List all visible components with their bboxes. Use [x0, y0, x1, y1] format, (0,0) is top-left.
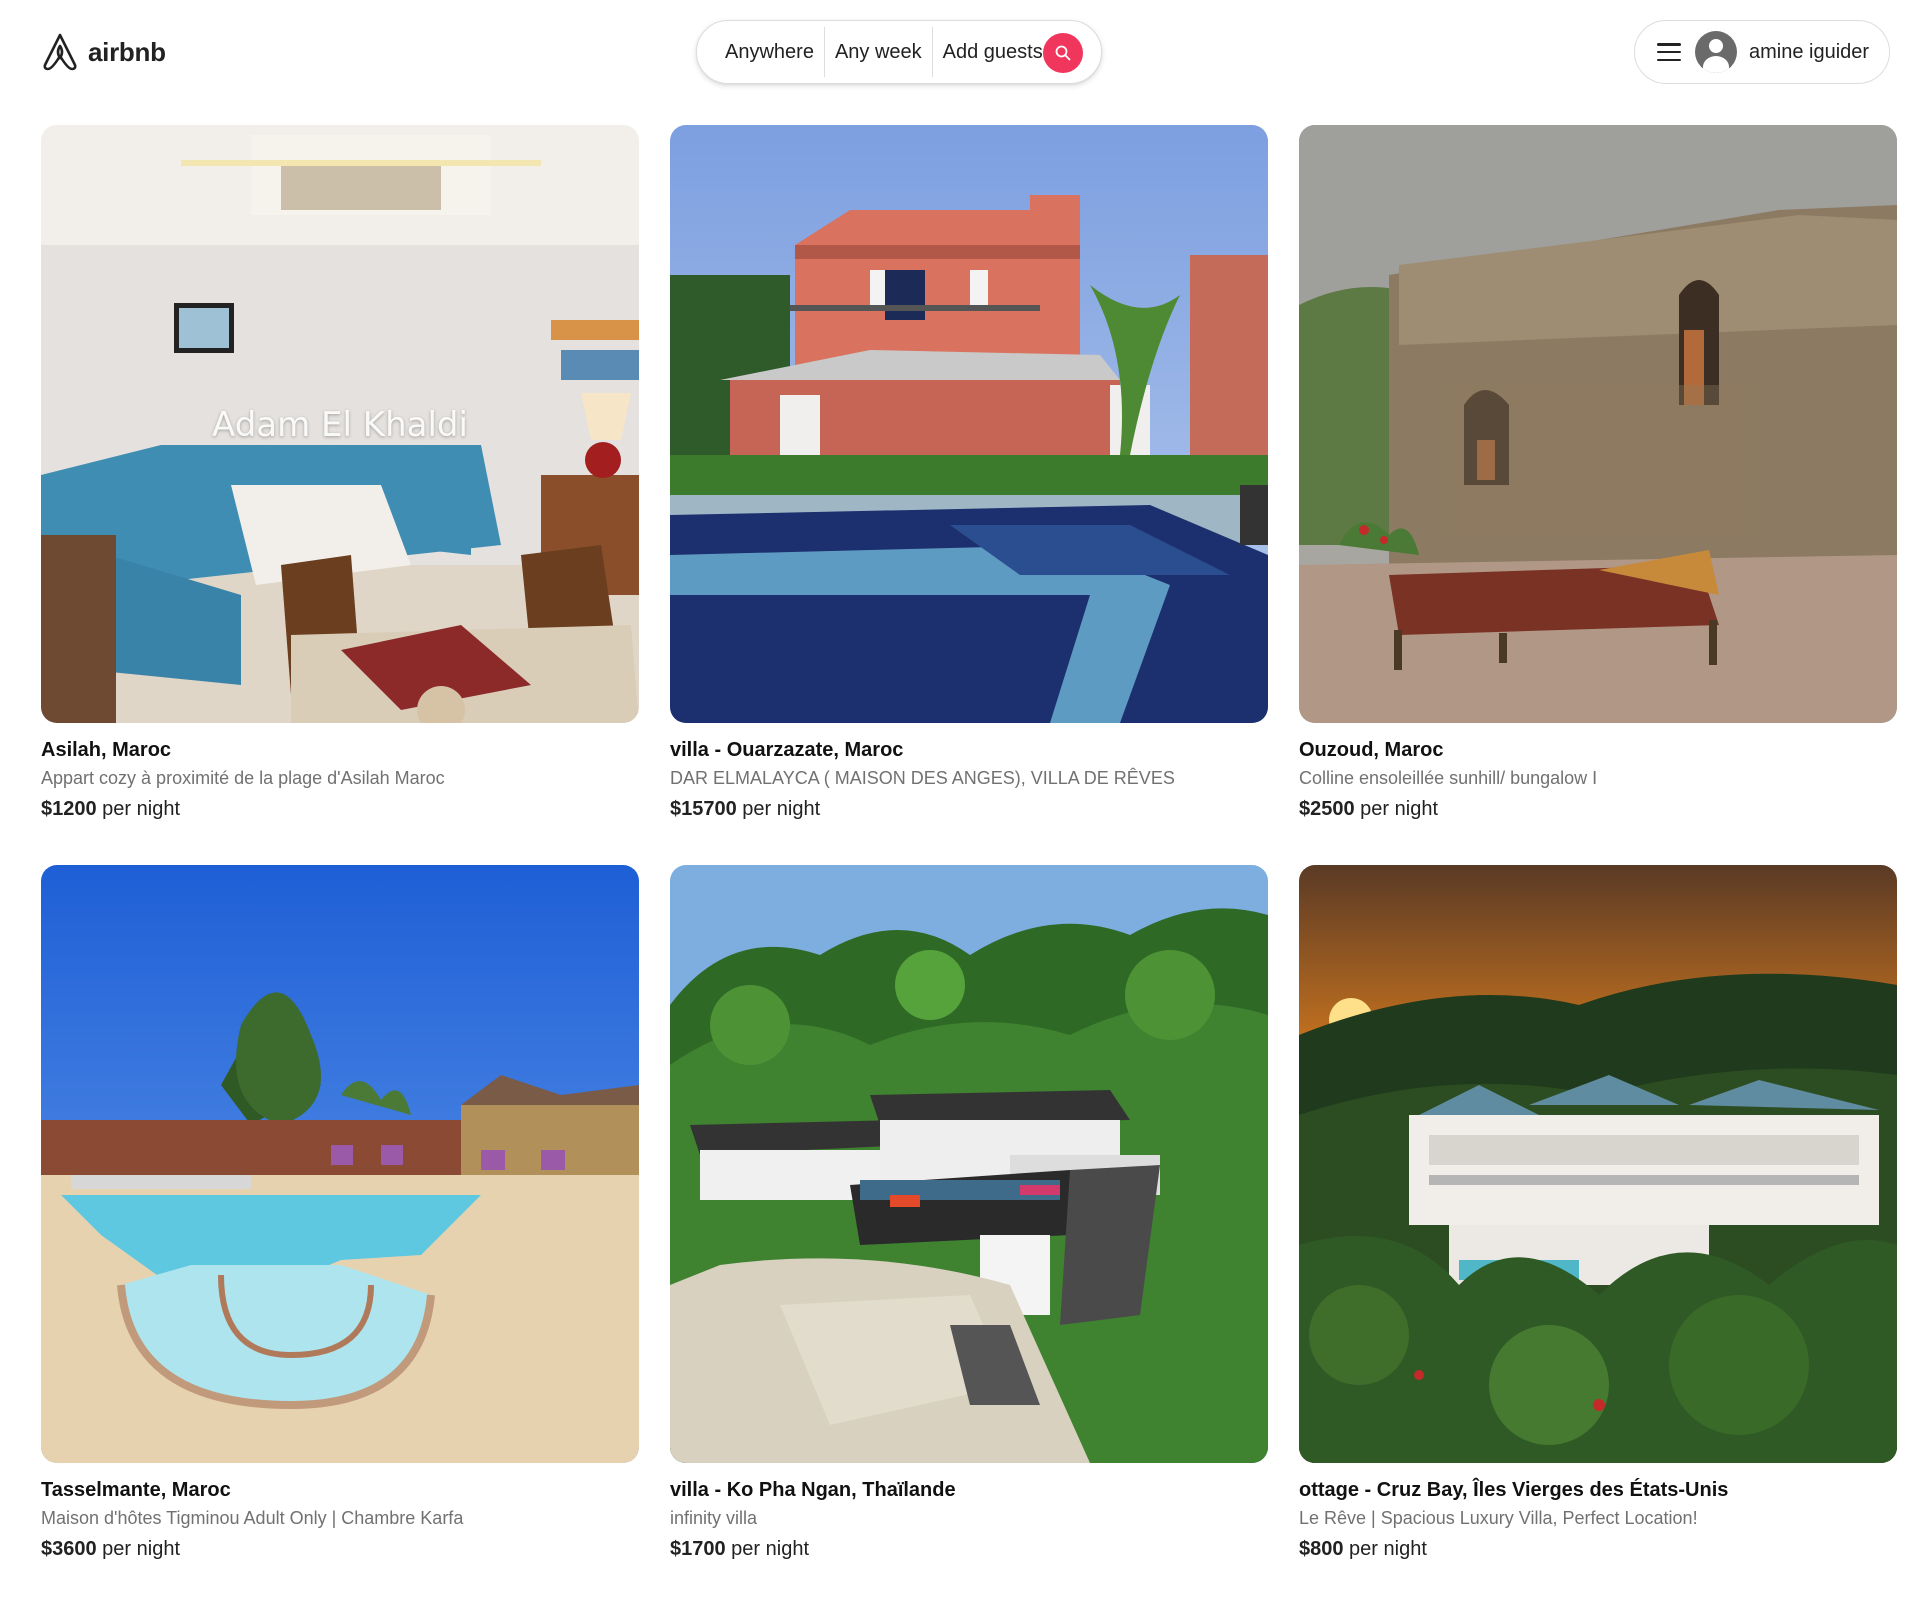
listing-photo[interactable]: Adam El Khaldi	[41, 125, 639, 723]
price-amount: $3600	[41, 1538, 97, 1560]
listing-card[interactable]: Tasselmante, Maroc Maison d'hôtes Tigmin…	[41, 865, 639, 1605]
listing-title: villa - Ko Pha Ngan, Thaïlande	[670, 1479, 956, 1501]
listing-subtitle: Colline ensoleillée sunhill/ bungalow I	[1299, 768, 1598, 788]
listing-subtitle: DAR ELMALAYCA ( MAISON DES ANGES), VILLA…	[670, 768, 1175, 788]
listing-photo[interactable]	[1299, 125, 1897, 723]
avatar	[1695, 31, 1737, 73]
desert-pool-photo	[41, 865, 639, 1463]
stone-wall-photo	[1299, 125, 1897, 723]
listing-photo[interactable]	[670, 865, 1268, 1463]
listing-subtitle: Appart cozy à proximité de la plage d'As…	[41, 768, 445, 788]
price-suffix: per night	[1354, 798, 1439, 820]
hamburger-menu-icon	[1657, 43, 1681, 61]
airbnb-logo[interactable]: airbnb	[42, 30, 166, 74]
listing-title: Tasselmante, Maroc	[41, 1479, 231, 1501]
search-bar[interactable]: Anywhere Any week Add guests	[696, 20, 1102, 84]
listing-card[interactable]: ottage - Cruz Bay, Îles Vierges des État…	[1299, 865, 1897, 1605]
listing-title: Asilah, Maroc	[41, 739, 172, 761]
brand-name: airbnb	[88, 36, 166, 67]
listing-card[interactable]: Ouzoud, Maroc Colline ensoleillée sunhil…	[1299, 125, 1897, 865]
search-guests[interactable]: Add guests	[933, 23, 1053, 81]
listing-price: $800 per night	[1299, 1536, 1897, 1562]
user-menu-button[interactable]: amine iguider	[1634, 20, 1890, 84]
price-amount: $1700	[670, 1538, 726, 1560]
airbnb-logo-icon	[43, 33, 77, 71]
listing-subtitle: Le Rêve | Spacious Luxury Villa, Perfect…	[1299, 1508, 1698, 1528]
price-amount: $1200	[41, 798, 97, 820]
search-when[interactable]: Any week	[825, 23, 932, 81]
listing-photo[interactable]	[41, 865, 639, 1463]
listing-title: ottage - Cruz Bay, Îles Vierges des État…	[1299, 1479, 1729, 1501]
listings-grid: Adam El Khaldi Asilah, Maroc Appart cozy…	[41, 125, 1897, 1605]
price-amount: $800	[1299, 1538, 1344, 1560]
pink-villa-photo	[670, 125, 1268, 723]
listing-price: $1200 per night	[41, 796, 639, 822]
search-button[interactable]	[1043, 33, 1083, 73]
price-suffix: per night	[725, 1538, 810, 1560]
price-suffix: per night	[96, 1538, 181, 1560]
jungle-villa-photo	[670, 865, 1268, 1463]
listing-subtitle: Maison d'hôtes Tigminou Adult Only | Cha…	[41, 1508, 464, 1528]
price-amount: $2500	[1299, 798, 1355, 820]
photo-watermark: Adam El Khaldi	[212, 405, 468, 445]
listing-subtitle: infinity villa	[670, 1508, 758, 1528]
header: airbnb Anywhere Any week Add guests amin…	[0, 0, 1920, 110]
listing-card[interactable]: villa - Ouarzazate, Maroc DAR ELMALAYCA …	[670, 125, 1268, 865]
listing-price: $15700 per night	[670, 796, 1268, 822]
sunset-villa-photo	[1299, 865, 1897, 1463]
listing-price: $1700 per night	[670, 1536, 1268, 1562]
listing-title: villa - Ouarzazate, Maroc	[670, 739, 904, 761]
search-where[interactable]: Anywhere	[715, 23, 824, 81]
listing-price: $3600 per night	[41, 1536, 639, 1562]
listing-photo[interactable]	[670, 125, 1268, 723]
listing-photo[interactable]	[1299, 865, 1897, 1463]
price-suffix: per night	[96, 798, 181, 820]
price-suffix: per night	[736, 798, 821, 820]
listing-card[interactable]: villa - Ko Pha Ngan, Thaïlande infinity …	[670, 865, 1268, 1605]
search-icon	[1055, 45, 1071, 61]
listing-card[interactable]: Adam El Khaldi Asilah, Maroc Appart cozy…	[41, 125, 639, 865]
price-suffix: per night	[1343, 1538, 1427, 1560]
user-name: amine iguider	[1749, 40, 1870, 63]
price-amount: $15700	[670, 798, 737, 820]
listing-title: Ouzoud, Maroc	[1299, 739, 1444, 761]
listing-price: $2500 per night	[1299, 796, 1897, 822]
